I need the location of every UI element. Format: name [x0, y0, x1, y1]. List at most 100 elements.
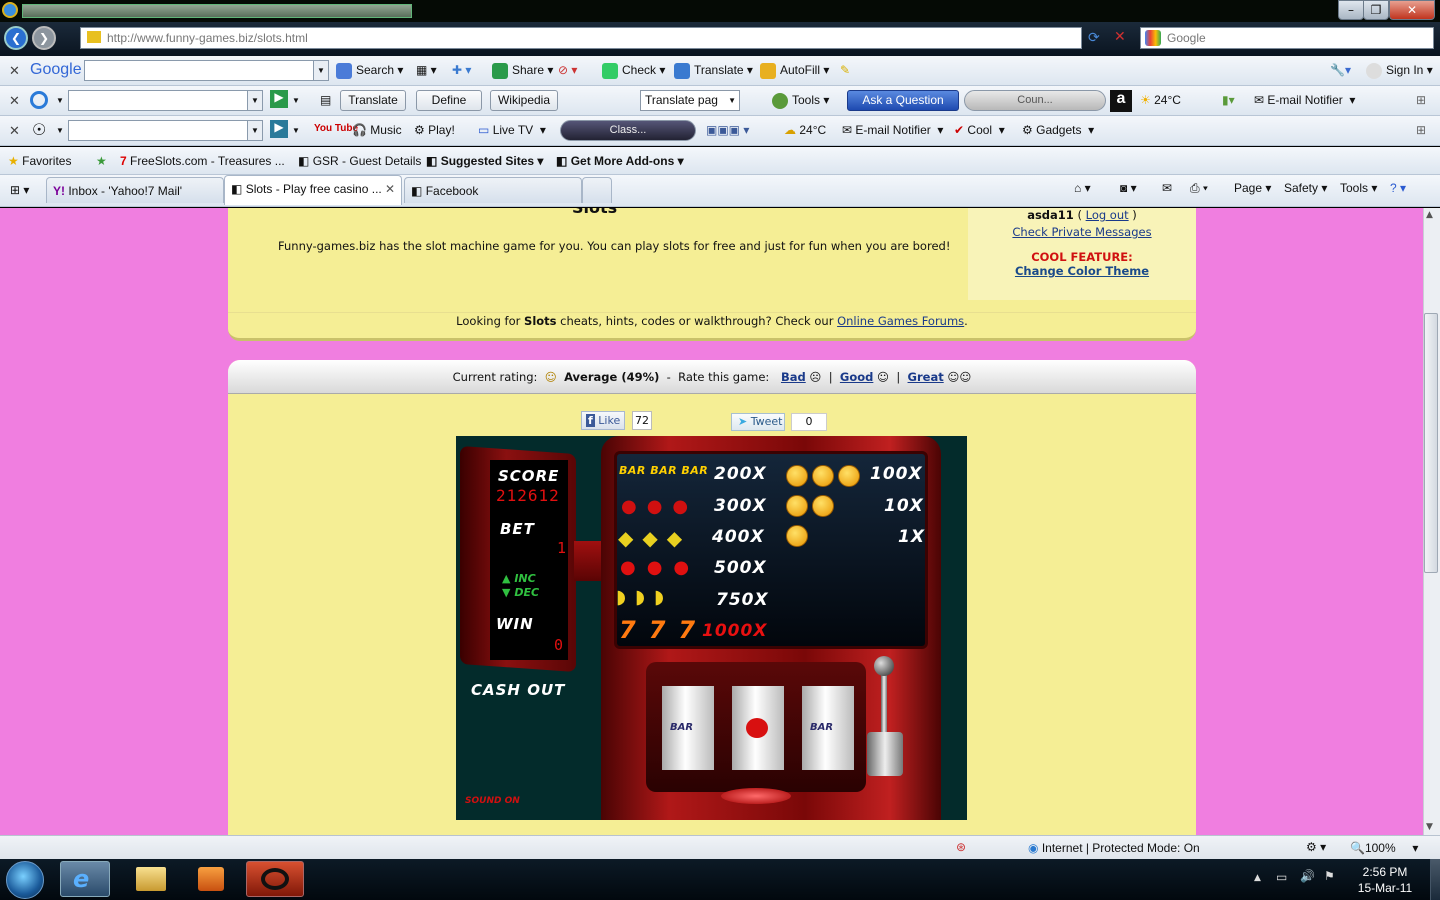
- email-notifier-button[interactable]: ✉ E-mail Notifier ▾: [1254, 93, 1355, 107]
- read-mail-icon[interactable]: ✉: [1162, 181, 1172, 195]
- address-bar[interactable]: http://www.funny-games.biz/slots.html: [80, 27, 1082, 49]
- tools-menu[interactable]: Tools ▾: [1340, 181, 1377, 195]
- rate-great-link[interactable]: Great: [908, 370, 944, 384]
- autofill-button[interactable]: AutoFill ▾: [760, 63, 829, 79]
- toolbar3-logo-dropdown[interactable]: ▼: [56, 126, 64, 135]
- close-window-button[interactable]: ✕: [1389, 0, 1435, 20]
- fav-freeslots[interactable]: 7 FreeSlots.com - Treasures ...: [120, 154, 285, 168]
- google-search-button[interactable]: Search ▾: [336, 63, 403, 79]
- logout-link[interactable]: Log out: [1086, 208, 1129, 222]
- decrease-bet-button[interactable]: ▼ DEC: [502, 586, 539, 599]
- livetv-button[interactable]: ▭ Live TV ▾: [478, 123, 546, 137]
- private-messages-link[interactable]: Check Private Messages: [968, 225, 1196, 239]
- sign-in-button[interactable]: Sign In ▾: [1366, 63, 1433, 79]
- calculator-icon[interactable]: ▤: [320, 93, 331, 107]
- wrench-icon[interactable]: 🔧▾: [1330, 63, 1351, 77]
- google-search-dropdown[interactable]: ▼: [313, 60, 329, 81]
- add-favorite-icon[interactable]: ★: [96, 154, 107, 168]
- home-icon[interactable]: ⌂ ▾: [1074, 181, 1091, 195]
- classic-radio-control[interactable]: Class...: [560, 120, 696, 141]
- toolbar2-logo-dropdown[interactable]: ▼: [56, 96, 64, 105]
- clock[interactable]: 2:56 PM 15-Mar-11: [1350, 864, 1420, 896]
- sound-toggle[interactable]: SOUND ON: [465, 796, 520, 806]
- tray-network-icon[interactable]: ▭: [1276, 870, 1287, 884]
- translate-page-select[interactable]: Translate pag ▼: [640, 90, 740, 111]
- popup-blocker-icon[interactable]: ⊘ ▾: [558, 63, 577, 77]
- scrollbar-thumb[interactable]: [1424, 313, 1438, 573]
- go-icon[interactable]: ▶: [270, 90, 288, 108]
- tab-yahoo-mail[interactable]: Y! Inbox - 'Yahoo!7 Mail': [46, 177, 224, 203]
- maximize-button[interactable]: ❐: [1363, 0, 1389, 20]
- go-dropdown[interactable]: ▼: [292, 96, 300, 105]
- zone-indicator[interactable]: ◉ Internet | Protected Mode: On: [1028, 841, 1200, 855]
- music-button[interactable]: 🎧 Music: [352, 123, 402, 137]
- add-toolbar-icon[interactable]: ⊞: [1416, 93, 1426, 107]
- forward-button[interactable]: ❯: [32, 26, 56, 50]
- slot-machine-game[interactable]: SCORE 212612 BET 1 ▲ INC ▼ DEC WIN 0 CAS…: [456, 436, 967, 820]
- taskbar-media[interactable]: [186, 861, 236, 897]
- translate-button[interactable]: Translate ▾: [674, 63, 753, 79]
- cool-button[interactable]: ✔ Cool ▾: [954, 123, 1005, 137]
- toolbar3-logo-icon[interactable]: ☉: [32, 120, 46, 140]
- safety-menu[interactable]: Safety ▾: [1284, 181, 1327, 195]
- protected-mode-icon[interactable]: ⚙ ▾: [1306, 840, 1326, 854]
- tweet-button[interactable]: ➤ Tweet: [731, 413, 785, 431]
- cash-out-button[interactable]: CASH OUT: [471, 681, 565, 699]
- close-toolbar3-icon[interactable]: ✕: [9, 123, 20, 139]
- close-tab-icon[interactable]: ✕: [385, 182, 395, 196]
- tab-slots[interactable]: ◧ Slots - Play free casino ... ✕: [224, 175, 402, 205]
- feeds-icon[interactable]: ◙ ▾: [1120, 181, 1137, 195]
- taskbar-ie[interactable]: e: [60, 861, 110, 897]
- tray-flag-icon[interactable]: ⚑: [1324, 869, 1335, 883]
- back-button[interactable]: ❮: [4, 26, 28, 50]
- stop-icon[interactable]: ✕: [1114, 29, 1126, 45]
- amazon-icon[interactable]: a: [1110, 90, 1132, 112]
- new-tab-button[interactable]: [582, 177, 612, 203]
- facebook-like-button[interactable]: f Like: [581, 411, 625, 430]
- favorites-button[interactable]: ★ Favorites: [8, 154, 71, 168]
- fav-gsr[interactable]: ◧ GSR - Guest Details: [298, 154, 421, 168]
- translate-word-button[interactable]: Translate: [340, 90, 406, 111]
- check-button[interactable]: Check ▾: [602, 63, 665, 79]
- toolbar2-search-input[interactable]: [68, 90, 248, 111]
- tray-volume-icon[interactable]: 🔊: [1300, 869, 1315, 883]
- print-icon[interactable]: ⎙ ▾: [1190, 181, 1208, 196]
- page-menu-icon[interactable]: ▦ ▾: [416, 63, 437, 77]
- increase-bet-button[interactable]: ▲ INC: [502, 572, 536, 585]
- refresh-icon[interactable]: ⟳: [1088, 30, 1100, 46]
- share-button[interactable]: Share ▾: [492, 63, 553, 79]
- search-box[interactable]: Google: [1140, 27, 1434, 49]
- color-theme-link[interactable]: Change Color Theme: [968, 264, 1196, 278]
- fav-addons[interactable]: ◧ Get More Add-ons ▾: [556, 154, 684, 168]
- define-button[interactable]: Define: [416, 90, 482, 111]
- google-search-input[interactable]: [84, 60, 314, 81]
- show-desktop-button[interactable]: [1430, 859, 1440, 900]
- weather-widget-3[interactable]: ☁ 24°C: [784, 123, 826, 137]
- taskbar-explorer[interactable]: [126, 861, 176, 897]
- close-toolbar-icon[interactable]: ✕: [9, 63, 20, 79]
- notifier-bottle-icon[interactable]: ▮▾: [1222, 93, 1235, 107]
- email-notifier-3[interactable]: ✉ E-mail Notifier ▾: [842, 123, 943, 137]
- forums-link[interactable]: Online Games Forums: [837, 314, 964, 328]
- rate-good-link[interactable]: Good: [840, 370, 873, 384]
- taskbar-app[interactable]: [246, 861, 304, 897]
- start-button[interactable]: [6, 861, 44, 899]
- highlighter-icon[interactable]: ✎: [840, 63, 850, 77]
- toolbar2-search-dropdown[interactable]: ▼: [247, 90, 263, 111]
- quick-tabs-icon[interactable]: ⊞ ▾: [10, 183, 29, 197]
- help-icon[interactable]: ? ▾: [1390, 181, 1406, 195]
- zoom-control[interactable]: 🔍100% ▾: [1350, 841, 1418, 855]
- plus-menu-icon[interactable]: ✚ ▾: [452, 63, 471, 77]
- tray-arrow-icon[interactable]: ▲: [1254, 873, 1261, 883]
- toolbar3-go-icon[interactable]: ▶: [270, 120, 288, 138]
- weather-widget[interactable]: ☀ 24°C: [1140, 93, 1181, 107]
- toolbar3-search-dropdown[interactable]: ▼: [247, 120, 263, 141]
- gadgets-button[interactable]: ⚙ Gadgets ▾: [1022, 123, 1094, 137]
- scroll-up-arrow[interactable]: ▲: [1426, 210, 1433, 220]
- toolbar3-search-input[interactable]: [68, 120, 248, 141]
- country-radio-control[interactable]: Coun...: [964, 90, 1106, 111]
- toolbar3-go-dropdown[interactable]: ▼: [292, 126, 300, 135]
- scroll-down-arrow[interactable]: ▼: [1426, 822, 1433, 832]
- minimize-button[interactable]: –: [1338, 0, 1364, 20]
- tools-button[interactable]: Tools ▾: [772, 93, 829, 109]
